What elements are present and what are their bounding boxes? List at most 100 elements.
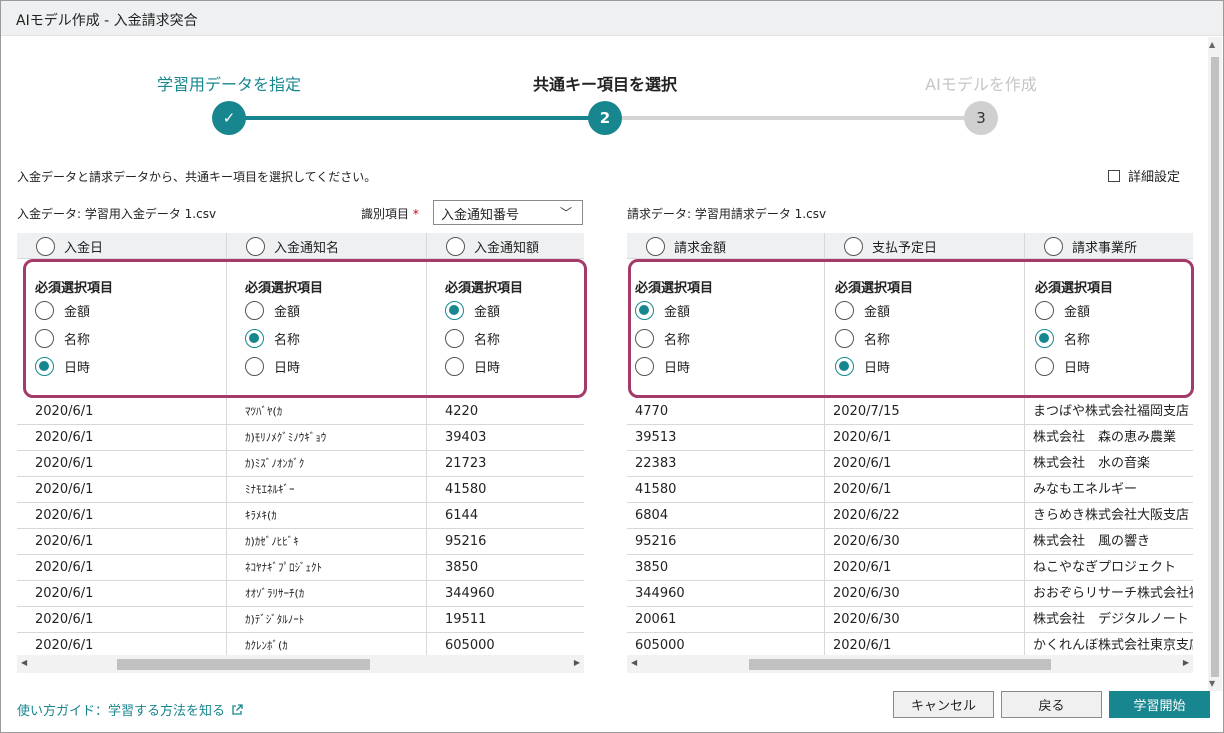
step-3-label: AIモデルを作成 — [925, 75, 1037, 94]
left-horizontal-scrollbar[interactable]: ◀ ▶ — [17, 655, 584, 673]
table-row: 2020/6/1 ｶ)ﾃﾞｼﾞﾀﾙﾉｰﾄ 19511 — [17, 607, 584, 633]
table-cell: 20061 — [627, 607, 825, 633]
table-cell: 3850 — [445, 560, 479, 575]
step-2-marker: 2 — [588, 101, 622, 135]
table-cell: 95216 — [445, 534, 487, 549]
table-cell: 2020/6/1 — [17, 555, 227, 581]
table-cell: 344960 — [627, 581, 825, 607]
table-cell: ﾈｺﾔﾅｷﾞﾌﾟﾛｼﾞｪｸﾄ — [227, 555, 427, 581]
column-header-seikyu-jigyosho[interactable]: 請求事業所 — [1025, 233, 1193, 259]
column-header-label: 入金通知額 — [474, 240, 540, 256]
id-field-select[interactable]: 入金通知番号 ﹀ — [433, 200, 583, 225]
vertical-scroll-thumb[interactable] — [1211, 57, 1219, 677]
checkbox-icon[interactable] — [1108, 169, 1120, 182]
table-cell: 4770 — [627, 399, 825, 425]
step-1-check-icon: ✓ — [212, 101, 246, 135]
table-cell: 2020/6/1 — [17, 451, 227, 477]
step-progress-line-pending — [605, 116, 981, 120]
column-select-radio[interactable] — [446, 236, 465, 256]
table-row: 39513 2020/6/1 株式会社 森の恵み農業 — [627, 425, 1193, 451]
external-link-icon[interactable] — [231, 703, 243, 716]
table-row: 95216 2020/6/30 株式会社 風の響き — [627, 529, 1193, 555]
column-select-radio[interactable] — [36, 236, 55, 256]
window-title: AIモデル作成 - 入金請求突合 — [16, 13, 198, 29]
scroll-left-icon[interactable]: ◀ — [21, 658, 27, 667]
advanced-settings-checkbox[interactable]: 詳細設定 — [1108, 166, 1180, 185]
step-2-label: 共通キー項目を選択 — [532, 75, 677, 94]
table-cell: ｷﾗﾒｷ(ｶ — [227, 503, 427, 529]
table-cell: ｶ)ﾓﾘﾉﾒｸﾞﾐﾉｳｷﾞｮｳ — [227, 425, 427, 451]
table-cell: 4220 — [445, 404, 479, 419]
table-cell: 6804 — [627, 503, 825, 529]
id-field-label: 識別項目 * — [361, 205, 419, 222]
table-cell: ﾐﾅﾓｴﾈﾙｷﾞｰ — [227, 477, 427, 503]
table-cell: 95216 — [627, 529, 825, 555]
table-cell: 株式会社 風の響き — [1033, 534, 1151, 549]
usage-guide-link-text[interactable]: 使い方ガイド：学習する方法を知る — [17, 700, 225, 719]
column-header-label: 請求金額 — [674, 240, 727, 256]
table-cell: ｶ)ｶｾﾞﾉﾋﾋﾞｷ — [227, 529, 427, 555]
table-cell: 2020/6/1 — [825, 451, 1025, 477]
table-cell: 2020/6/1 — [17, 399, 227, 425]
column-header-nyukinbi[interactable]: 入金日 — [17, 233, 227, 259]
cancel-button[interactable]: キャンセル — [893, 691, 994, 718]
table-cell: 株式会社 森の恵み農業 — [1033, 430, 1177, 445]
table-cell: 株式会社 水の音楽 — [1033, 456, 1151, 471]
column-select-radio[interactable] — [844, 236, 863, 256]
table-cell: 2020/6/1 — [825, 425, 1025, 451]
column-header-shiharai-yoteibi[interactable]: 支払予定日 — [825, 233, 1025, 259]
back-button[interactable]: 戻る — [1001, 691, 1102, 718]
table-row: 2020/6/1 ｶ)ﾓﾘﾉﾒｸﾞﾐﾉｳｷﾞｮｳ 39403 — [17, 425, 584, 451]
scroll-right-icon[interactable]: ▶ — [574, 658, 580, 667]
table-cell: 2020/6/1 — [825, 555, 1025, 581]
table-cell: 2020/6/30 — [825, 607, 1025, 633]
table-cell: 19511 — [445, 612, 487, 627]
table-row: 4770 2020/7/15 まつばや株式会社福岡支店 — [627, 399, 1193, 425]
scroll-down-icon[interactable]: ▼ — [1209, 679, 1215, 688]
right-required-highlight-frame — [628, 259, 1194, 398]
column-select-radio[interactable] — [646, 236, 665, 256]
right-source-label: 請求データ: 学習用請求データ 1.csv — [627, 207, 827, 221]
table-cell: 2020/6/30 — [825, 529, 1025, 555]
vertical-scrollbar[interactable]: ▲ ▼ — [1208, 37, 1222, 691]
scroll-up-icon[interactable]: ▲ — [1209, 40, 1215, 49]
title-bar: AIモデル作成 - 入金請求突合 — [1, 1, 1223, 36]
column-select-radio[interactable] — [246, 236, 265, 256]
scroll-left-icon[interactable]: ◀ — [631, 658, 637, 667]
advanced-settings-label: 詳細設定 — [1128, 170, 1181, 185]
column-header-label: 請求事業所 — [1072, 240, 1138, 256]
start-training-button[interactable]: 学習開始 — [1109, 691, 1210, 718]
chevron-down-icon[interactable]: ﹀ — [560, 204, 572, 221]
column-header-nyukin-tsuchimei[interactable]: 入金通知名 — [227, 233, 427, 259]
step-1-label: 学習用データを指定 — [156, 75, 301, 94]
column-header-nyukin-tsuchigaku[interactable]: 入金通知額 — [427, 233, 584, 259]
table-cell: 21723 — [445, 456, 487, 471]
usage-guide-link[interactable]: 使い方ガイド：学習する方法を知る — [17, 700, 243, 719]
table-row: 2020/6/1 ｶ)ﾐｽﾞﾉｵﾝｶﾞｸ 21723 — [17, 451, 584, 477]
table-cell: 2020/6/1 — [17, 503, 227, 529]
table-cell: ねこやなぎプロジェクト — [1033, 560, 1177, 575]
right-horizontal-scrollbar[interactable]: ◀ ▶ — [627, 655, 1193, 673]
column-select-radio[interactable] — [1044, 236, 1063, 256]
table-row: 22383 2020/6/1 株式会社 水の音楽 — [627, 451, 1193, 477]
table-cell: きらめき株式会社大阪支店 — [1033, 508, 1190, 523]
step-3-marker: 3 — [964, 101, 998, 135]
table-cell: 39513 — [627, 425, 825, 451]
right-grid-header: 請求金額 支払予定日 請求事業所 — [627, 233, 1193, 259]
table-row: 2020/6/1 ｶ)ｶｾﾞﾉﾋﾋﾞｷ 95216 — [17, 529, 584, 555]
dialog-window: AIモデル作成 - 入金請求突合 ▲ ▼ 学習用データを指定 共通キー項目を選択… — [0, 0, 1224, 733]
scroll-right-icon[interactable]: ▶ — [1183, 658, 1189, 667]
table-cell: まつばや株式会社福岡支店 — [1033, 404, 1190, 419]
table-cell: 2020/6/1 — [17, 425, 227, 451]
table-cell: 3850 — [627, 555, 825, 581]
left-scroll-thumb[interactable] — [117, 659, 370, 670]
column-header-seikyu-kingaku[interactable]: 請求金額 — [627, 233, 825, 259]
right-scroll-thumb[interactable] — [749, 659, 1051, 670]
table-cell: 2020/6/1 — [17, 477, 227, 503]
table-row: 2020/6/1 ﾏﾂﾊﾞﾔ(ｶ 4220 — [17, 399, 584, 425]
table-cell: ｵｵｿﾞﾗﾘｻｰﾁ(ｶ — [227, 581, 427, 607]
left-grid-header: 入金日 入金通知名 入金通知額 — [17, 233, 584, 259]
table-row: 2020/6/1 ｵｵｿﾞﾗﾘｻｰﾁ(ｶ 344960 — [17, 581, 584, 607]
table-cell: 39403 — [445, 430, 487, 445]
table-cell: 2020/6/1 — [825, 477, 1025, 503]
